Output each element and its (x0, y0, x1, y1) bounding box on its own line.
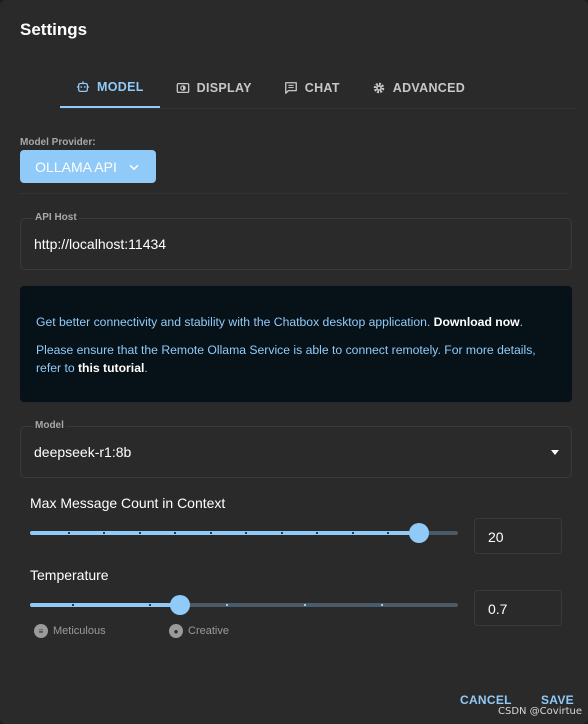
dialog-title: Settings (20, 20, 88, 39)
api-host-label: API Host (33, 212, 79, 223)
api-host-value[interactable]: http://localhost:11434 (34, 236, 166, 252)
provider-value: OLLAMA API (35, 158, 117, 175)
watermark: CSDN @Covirtue (497, 706, 582, 717)
tab-chat[interactable]: CHAT (268, 68, 356, 108)
model-provider-select[interactable]: OLLAMA API (20, 150, 156, 183)
api-host-field[interactable]: API Host http://localhost:11434 (20, 212, 572, 270)
temperature-label: Temperature (30, 567, 109, 583)
hint-creative-label: Creative (188, 625, 229, 637)
save-button[interactable]: SAVE (541, 693, 574, 707)
tab-advanced-label: ADVANCED (392, 81, 466, 95)
temperature-slider[interactable] (30, 595, 458, 615)
slider-tick (281, 532, 283, 534)
slider-tick (210, 532, 212, 534)
slider-tick (226, 604, 228, 606)
chevron-down-icon (129, 164, 139, 170)
max-message-slider-fill (30, 531, 419, 535)
slider-tick (139, 532, 141, 534)
hint-creative: ● Creative (169, 624, 229, 638)
slider-tick (352, 532, 354, 534)
tab-model-label: MODEL (97, 80, 144, 94)
notice-text-1: Get better connectivity and stability wi… (36, 315, 434, 329)
divider (20, 193, 568, 194)
tutorial-link[interactable]: this tutorial (78, 361, 144, 375)
temperature-input[interactable]: 0.7 (474, 590, 562, 626)
max-message-input[interactable]: 20 (474, 518, 562, 554)
slider-tick (245, 532, 247, 534)
tab-model[interactable]: MODEL (60, 68, 160, 108)
robot-icon (76, 81, 90, 93)
max-message-label: Max Message Count in Context (30, 495, 226, 511)
tab-display[interactable]: DISPLAY (160, 68, 268, 108)
slider-tick (387, 532, 389, 534)
slider-tick (72, 604, 74, 606)
display-icon (176, 82, 189, 94)
tab-advanced[interactable]: ADVANCED (356, 68, 481, 108)
max-message-slider[interactable] (30, 523, 458, 543)
download-now-link[interactable]: Download now (434, 315, 520, 329)
settings-tabs: MODEL DISPLAY CHAT ADVANCED (60, 68, 576, 109)
slider-tick (304, 604, 306, 606)
gear-icon (373, 82, 385, 94)
hint-meticulous: ≡ Meticulous (34, 624, 106, 638)
model-label: Model (33, 420, 66, 431)
notice-line-1: Get better connectivity and stability wi… (36, 313, 556, 331)
temperature-slider-fill (30, 603, 180, 607)
slider-tick (103, 532, 105, 534)
chat-icon (284, 82, 297, 94)
dropdown-arrow-icon (551, 450, 559, 455)
provider-label: Model Provider: (20, 137, 96, 148)
slider-tick (174, 532, 176, 534)
meticulous-icon: ≡ (34, 624, 48, 638)
settings-dialog: Settings MODEL DISPLAY CHAT ADVANCED Mod… (0, 0, 588, 724)
lightbulb-icon: ● (169, 624, 183, 638)
notice-end-1: . (519, 315, 524, 329)
cancel-button[interactable]: CANCEL (460, 693, 512, 707)
model-select[interactable]: Model deepseek-r1:8b (20, 420, 572, 478)
slider-tick (149, 604, 151, 606)
notice-end-2: . (144, 361, 148, 375)
desktop-app-notice: Get better connectivity and stability wi… (20, 286, 572, 402)
temperature-slider-thumb[interactable] (170, 595, 190, 615)
model-value: deepseek-r1:8b (34, 444, 132, 460)
slider-tick (381, 604, 383, 606)
slider-tick (316, 532, 318, 534)
notice-line-2: Please ensure that the Remote Ollama Ser… (36, 341, 556, 377)
hint-meticulous-label: Meticulous (53, 625, 106, 637)
tab-chat-label: CHAT (304, 81, 340, 95)
max-message-slider-thumb[interactable] (409, 523, 429, 543)
tab-display-label: DISPLAY (196, 81, 252, 95)
slider-tick (68, 532, 70, 534)
